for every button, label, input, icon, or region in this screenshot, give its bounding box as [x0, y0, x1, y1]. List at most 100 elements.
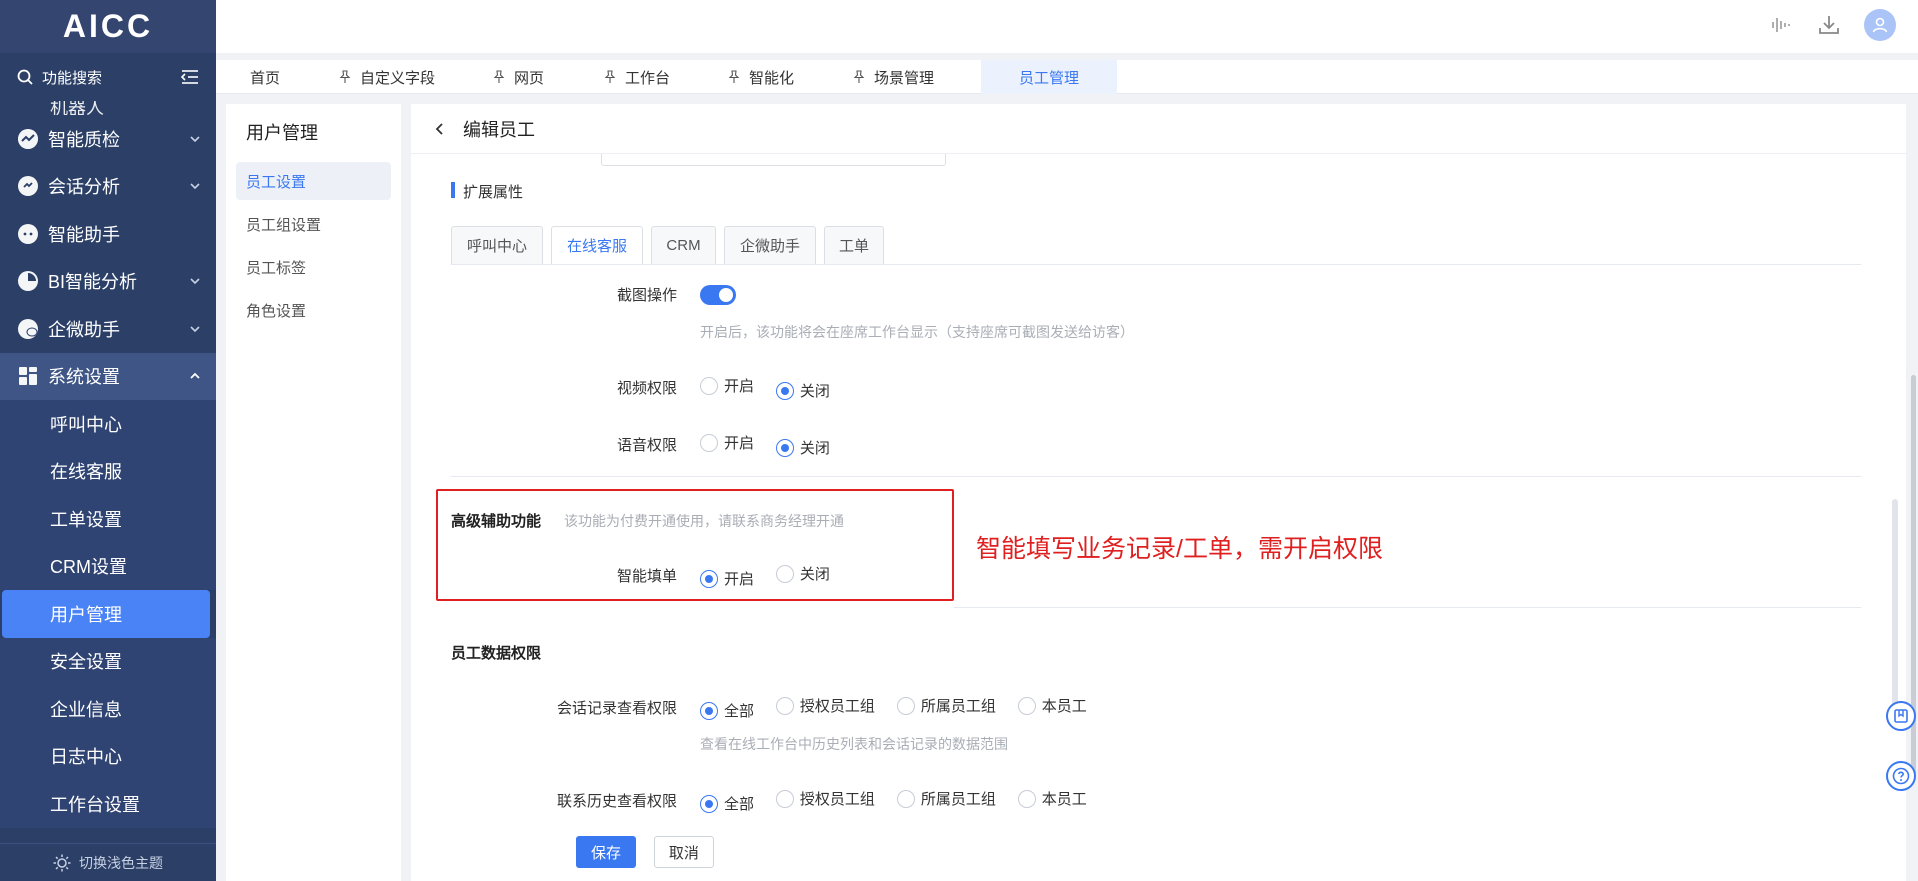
pin-icon[interactable] — [852, 70, 866, 84]
video-off-radio[interactable]: 关闭 — [775, 380, 830, 401]
radio-label: 关闭 — [799, 566, 830, 583]
sidebar-item-robot[interactable]: 机器人 — [0, 101, 216, 115]
sidebar-item-label: 智能助手 — [48, 224, 120, 245]
radio-label: 关闭 — [799, 383, 830, 400]
video-on-radio[interactable]: 开启 — [700, 375, 754, 396]
subnav-item-role-settings[interactable]: 角色设置 — [236, 291, 391, 329]
contact-own-group-radio[interactable]: 所属员工组 — [896, 788, 996, 809]
screenshot-toggle[interactable] — [700, 285, 736, 305]
session-own-group-radio[interactable]: 所属员工组 — [896, 695, 996, 716]
session-all-radio[interactable]: 全部 — [700, 700, 754, 721]
sidebar-item-assistant[interactable]: 智能助手 — [0, 210, 216, 258]
save-button[interactable]: 保存 — [576, 836, 636, 868]
pin-icon[interactable] — [603, 70, 617, 84]
radio-label: 本员工 — [1041, 698, 1087, 715]
sidebar-sub-ticket-settings[interactable]: 工单设置 — [0, 495, 216, 543]
video-permission-label: 视频权限 — [616, 380, 677, 397]
user-icon — [1872, 17, 1888, 33]
bookmark-icon — [1894, 709, 1908, 723]
subnav-item-employee-groups[interactable]: 员工组设置 — [236, 205, 391, 243]
sidebar-sub-crm-settings[interactable]: CRM设置 — [0, 542, 216, 590]
subnav-item-employee-tags[interactable]: 员工标签 — [236, 248, 391, 286]
sidebar-menu: 机器人 智能质检 会话分析 智能助手 BI智能分析 企微助手 系统设置 呼叫中心… — [0, 101, 216, 861]
audio-wave-icon[interactable] — [1768, 12, 1794, 38]
sidebar-sub-workbench-settings[interactable]: 工作台设置 — [0, 780, 216, 828]
function-search[interactable]: 功能搜索 — [0, 53, 216, 101]
session-self-radio[interactable]: 本员工 — [1017, 695, 1087, 716]
pie-icon — [18, 271, 38, 292]
tab-intelligence[interactable]: 智能化 — [727, 60, 794, 94]
collapse-menu-icon[interactable] — [180, 68, 200, 86]
voice-on-radio[interactable]: 开启 — [700, 432, 754, 453]
sidebar-sub-online-service[interactable]: 在线客服 — [0, 447, 216, 495]
tab-workbench[interactable]: 工作台 — [603, 60, 670, 94]
avatar[interactable] — [1864, 9, 1896, 41]
voice-permission-label: 语音权限 — [616, 437, 677, 454]
sidebar-item-label: 企微助手 — [48, 319, 120, 340]
pin-icon[interactable] — [727, 70, 741, 84]
tab-custom-fields[interactable]: 自定义字段 — [338, 60, 435, 94]
sidebar-item-bi[interactable]: BI智能分析 — [0, 258, 216, 306]
tab-scene-management[interactable]: 场景管理 — [852, 60, 934, 94]
subnav-title: 用户管理 — [246, 123, 318, 143]
sidebar-item-session[interactable]: 会话分析 — [0, 163, 216, 211]
grid-icon — [19, 367, 37, 386]
wechat-icon — [18, 318, 38, 339]
download-icon[interactable] — [1816, 12, 1842, 38]
sidebar-item-label: BI智能分析 — [48, 272, 138, 293]
inner-scrollbar-thumb[interactable] — [1892, 499, 1898, 709]
radio-circle — [1017, 696, 1036, 715]
back-icon[interactable] — [433, 122, 447, 136]
sun-icon — [53, 854, 71, 871]
sidebar-sub-company-info[interactable]: 企业信息 — [0, 685, 216, 733]
contact-all-radio[interactable]: 全部 — [700, 793, 754, 814]
scrolled-input-field[interactable] — [601, 154, 946, 166]
tab-webpage[interactable]: 网页 — [492, 60, 544, 94]
theme-toggle-label: 切换浅色主题 — [79, 854, 163, 871]
ext-tabs-divider — [451, 264, 1861, 265]
ext-tab-crm[interactable]: CRM — [651, 226, 716, 264]
form-content: 扩展属性 呼叫中心 在线客服 CRM 企微助手 工单 截图操作 开启后，该功能将… — [411, 154, 1871, 814]
video-permission-radio-group: 开启 关闭 — [700, 375, 848, 401]
voice-off-radio[interactable]: 关闭 — [775, 437, 830, 458]
sidebar: AICC 功能搜索 机器人 智能质检 会话分析 智能助手 BI智能分析 企微助手… — [0, 0, 216, 881]
ext-tab-wecom[interactable]: 企微助手 — [724, 226, 816, 264]
radio-circle — [700, 433, 718, 452]
notes-float-button[interactable] — [1886, 701, 1916, 731]
radio-label: 开启 — [724, 378, 755, 395]
tab-label: 场景管理 — [874, 69, 935, 87]
smart-fill-on-radio[interactable]: 开启 — [700, 568, 754, 589]
ext-tab-ticket[interactable]: 工单 — [824, 226, 884, 264]
theme-toggle[interactable]: 切换浅色主题 — [0, 843, 216, 881]
ext-tab-online-service[interactable]: 在线客服 — [551, 226, 643, 264]
sidebar-sub-user-management[interactable]: 用户管理 — [2, 590, 210, 638]
chevron-down-icon — [190, 326, 200, 332]
contact-history-permission-label: 联系历史查看权限 — [556, 793, 677, 810]
radio-label: 开启 — [724, 435, 755, 452]
sidebar-sub-log-center[interactable]: 日志中心 — [0, 732, 216, 780]
session-authorized-group-radio[interactable]: 授权员工组 — [775, 695, 875, 716]
tab-home[interactable]: 首页 — [250, 60, 280, 94]
tab-label: 自定义字段 — [360, 69, 436, 87]
contact-authorized-group-radio[interactable]: 授权员工组 — [775, 788, 875, 809]
radio-circle — [896, 696, 915, 715]
pin-icon[interactable] — [492, 70, 506, 84]
sidebar-item-system[interactable]: 系统设置 — [0, 352, 216, 400]
contact-self-radio[interactable]: 本员工 — [1017, 788, 1087, 809]
tab-employee-management[interactable]: 员工管理 — [981, 60, 1117, 94]
sidebar-item-wecom[interactable]: 企微助手 — [0, 305, 216, 353]
help-float-button[interactable] — [1886, 761, 1916, 791]
sidebar-item-quality[interactable]: 智能质检 — [0, 115, 216, 163]
radio-label: 授权员工组 — [799, 698, 875, 715]
pin-icon[interactable] — [338, 70, 352, 84]
subnav-item-employee-settings[interactable]: 员工设置 — [236, 162, 391, 200]
sidebar-sub-call-center[interactable]: 呼叫中心 — [0, 400, 216, 448]
radio-circle — [700, 794, 718, 813]
cancel-button[interactable]: 取消 — [653, 836, 714, 868]
tab-label: 智能化 — [749, 69, 795, 87]
sidebar-sub-security[interactable]: 安全设置 — [0, 637, 216, 685]
ext-tab-call-center[interactable]: 呼叫中心 — [451, 226, 543, 264]
smart-fill-off-radio[interactable]: 关闭 — [775, 563, 830, 584]
radio-circle — [700, 376, 718, 395]
radio-circle — [1017, 789, 1036, 808]
